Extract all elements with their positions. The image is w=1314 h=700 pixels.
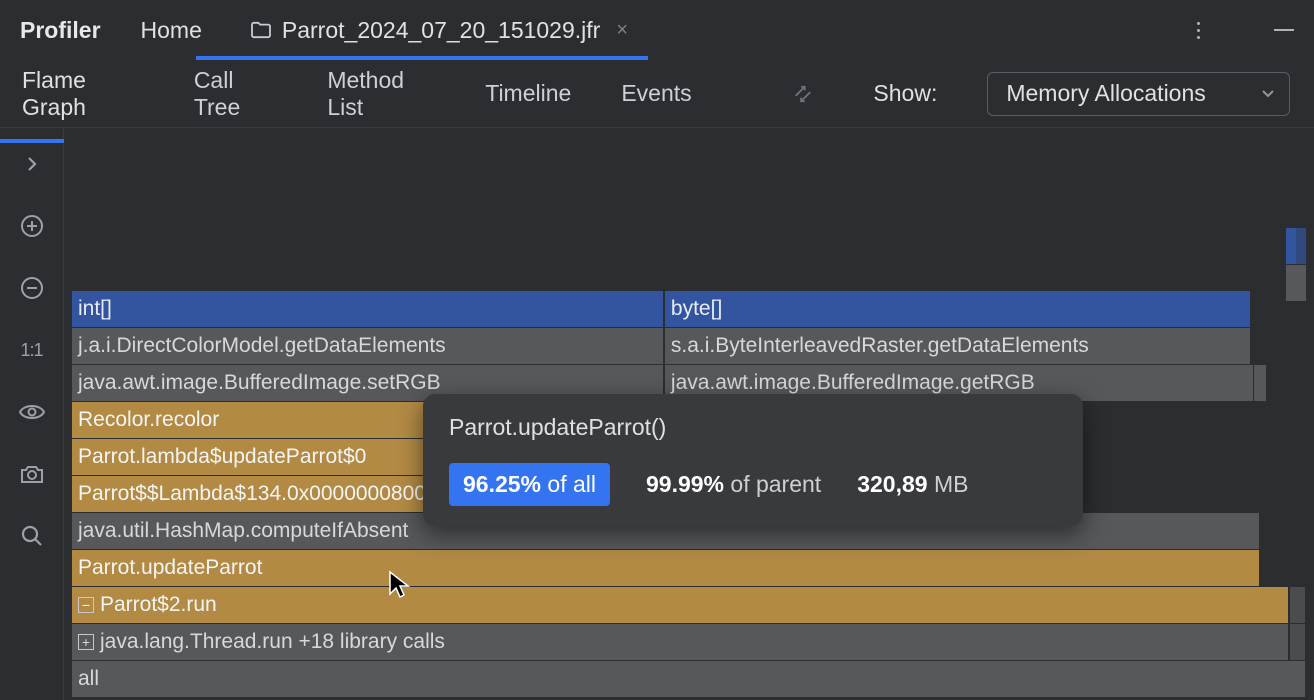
flame-frame-label: all: [78, 667, 99, 691]
flame-frame-label: int[]: [78, 297, 112, 321]
file-name: Parrot_2024_07_20_151029.jfr: [282, 17, 600, 44]
left-sidebar: 1:1: [0, 128, 64, 700]
flame-frame-label: Recolor.recolor: [78, 408, 219, 432]
flame-frame-label: Parrot.updateParrot: [78, 556, 262, 580]
kebab-menu-icon[interactable]: [1186, 18, 1210, 42]
folder-icon: [250, 21, 272, 39]
flame-row: Parrot.updateParrot: [72, 550, 1306, 586]
tab-events[interactable]: Events: [621, 62, 691, 125]
flame-frame[interactable]: [1290, 587, 1306, 623]
flame-frame[interactable]: Parrot.updateParrot: [72, 550, 1260, 586]
flame-frame[interactable]: j.a.i.DirectColorModel.getDataElements: [72, 328, 664, 364]
tab-timeline[interactable]: Timeline: [485, 62, 571, 125]
flame-row: j.a.i.DirectColorModel.getDataElements s.…: [72, 328, 1306, 364]
flame-frame[interactable]: + java.lang.Thread.run +18 library calls: [72, 624, 1289, 660]
flame-row: −Parrot$2.run: [72, 587, 1306, 623]
flame-frame[interactable]: int[]: [72, 291, 664, 327]
tab-call-tree[interactable]: Call Tree: [194, 49, 278, 139]
flame-frame-label: byte[]: [671, 297, 722, 321]
zoom-reset-button[interactable]: 1:1: [16, 334, 48, 366]
flame-frame[interactable]: s.a.i.ByteInterleavedRaster.getDataEleme…: [665, 328, 1251, 364]
eye-icon[interactable]: [16, 396, 48, 428]
flame-frame[interactable]: −Parrot$2.run: [72, 587, 1289, 623]
show-dropdown[interactable]: Memory Allocations: [987, 72, 1290, 116]
flame-row: int[] byte[]: [72, 291, 1306, 327]
tooltip-size: 320,89 MB: [857, 471, 968, 498]
search-icon[interactable]: [16, 520, 48, 552]
flame-frame-label: java.util.HashMap.computeIfAbsent: [78, 519, 408, 543]
flame-frame-label: java.lang.Thread.run +18 library calls: [100, 630, 445, 654]
collapse-icon[interactable]: −: [78, 597, 94, 613]
tab-flame-graph[interactable]: Flame Graph: [22, 49, 144, 139]
camera-icon[interactable]: [16, 458, 48, 490]
expand-panel-icon[interactable]: [16, 148, 48, 180]
swap-icon[interactable]: [792, 82, 814, 106]
flame-frame-label: Parrot$2.run: [100, 593, 217, 617]
flame-frame-label: java.awt.image.BufferedImage.getRGB: [671, 371, 1035, 395]
flame-frame-label: java.awt.image.BufferedImage.setRGB: [78, 371, 441, 395]
expand-icon[interactable]: +: [78, 634, 94, 650]
flame-frame[interactable]: all: [72, 661, 1306, 697]
zoom-out-icon[interactable]: [16, 272, 48, 304]
close-tab-icon[interactable]: ×: [610, 19, 634, 42]
tab-method-list[interactable]: Method List: [327, 49, 435, 139]
view-tabs-row: Flame Graph Call Tree Method List Timeli…: [0, 60, 1314, 128]
file-tab[interactable]: Parrot_2024_07_20_151029.jfr ×: [242, 0, 642, 60]
flame-frame-label: j.a.i.DirectColorModel.getDataElements: [78, 334, 446, 358]
flame-frame[interactable]: [1290, 624, 1306, 660]
flame-row: + java.lang.Thread.run +18 library calls: [72, 624, 1306, 660]
flame-tooltip: Parrot.updateParrot() 96.25% of all 99.9…: [423, 394, 1083, 526]
app-title: Profiler: [20, 17, 101, 44]
zoom-in-icon[interactable]: [16, 210, 48, 242]
flame-frame[interactable]: [1254, 365, 1267, 401]
tooltip-pct-all-badge: 96.25% of all: [449, 463, 610, 506]
show-dropdown-value: Memory Allocations: [1006, 80, 1205, 107]
tooltip-pct-parent: 99.99% of parent: [646, 471, 821, 498]
chevron-down-icon: [1261, 89, 1275, 99]
flame-frame-label: s.a.i.ByteInterleavedRaster.getDataEleme…: [671, 334, 1089, 358]
flame-frame-label: Parrot.lambda$updateParrot$0: [78, 445, 366, 469]
show-label: Show:: [873, 80, 937, 107]
tooltip-method-name: Parrot.updateParrot(): [449, 414, 1057, 441]
home-tab[interactable]: Home: [141, 17, 202, 44]
minimize-icon[interactable]: [1274, 29, 1294, 31]
flame-row: all: [72, 661, 1306, 697]
flame-frame[interactable]: byte[]: [665, 291, 1251, 327]
